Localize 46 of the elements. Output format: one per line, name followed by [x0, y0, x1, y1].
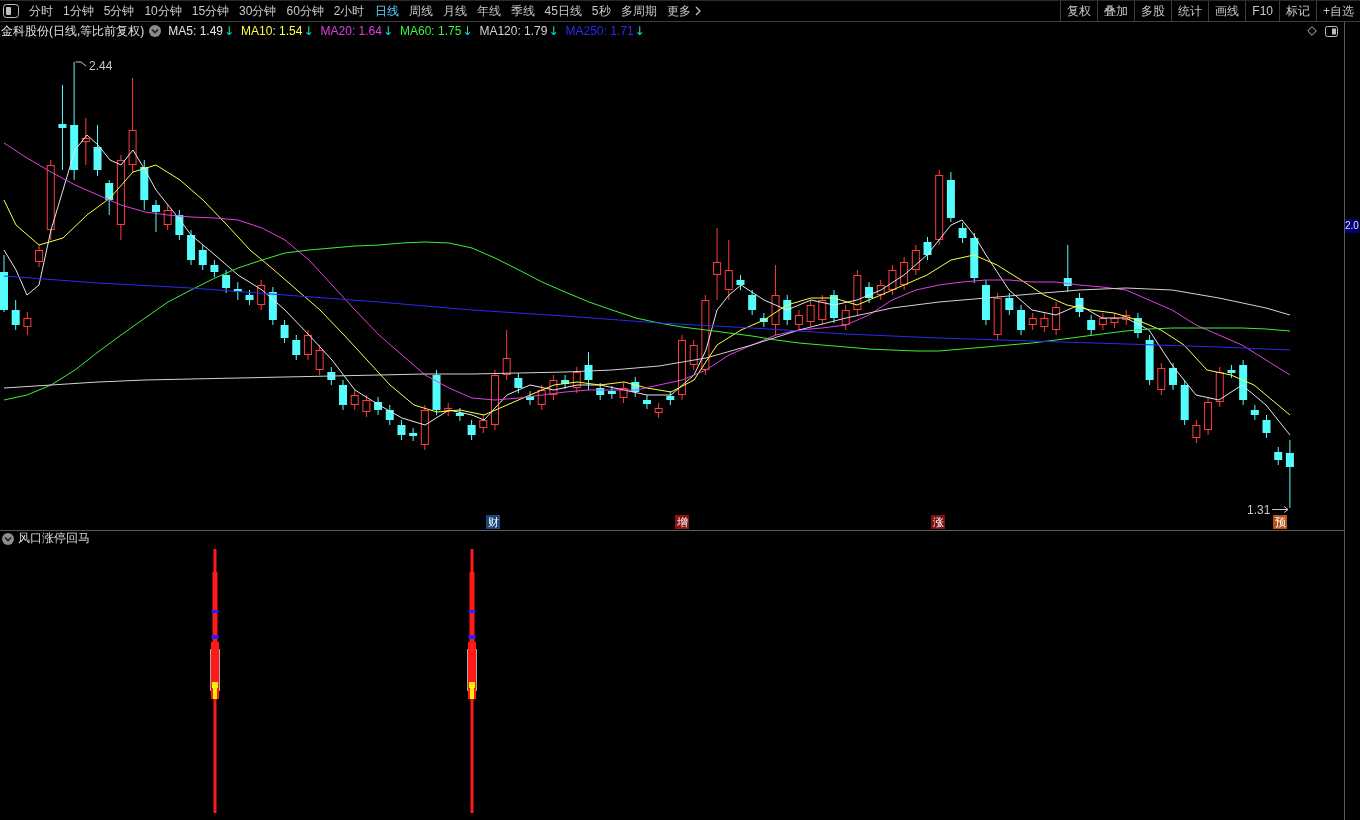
period-tab[interactable]: 45日线: [539, 1, 587, 21]
chevron-down-icon[interactable]: [149, 25, 162, 37]
trend-arrow-icon: ↓: [634, 24, 645, 38]
period-tab[interactable]: 15分钟: [186, 1, 235, 21]
indicator-title: 风口涨停回马: [18, 530, 90, 547]
trend-arrow-icon: ↓: [548, 24, 559, 38]
period-tab[interactable]: 月线: [437, 1, 472, 21]
trend-arrow-icon: ↓: [382, 24, 393, 38]
price-label: 1.31: [1247, 503, 1271, 517]
period-tab[interactable]: 2小时: [328, 1, 370, 21]
moving-average-value: MA120: 1.79: [479, 24, 548, 38]
period-tab[interactable]: 5秒: [586, 1, 616, 21]
leader-arrow: [1271, 506, 1289, 513]
period-tab[interactable]: 60分钟: [281, 1, 329, 21]
moving-average-value: MA20: 1.64: [320, 24, 382, 38]
chart-title: 金科股份(日线,等比前复权): [0, 22, 145, 40]
event-marker: 增: [675, 515, 689, 529]
trend-arrow-icon: ↓: [462, 24, 473, 38]
moving-average-value: MA10: 1.54: [241, 24, 303, 38]
period-tab[interactable]: 年线: [471, 1, 506, 21]
period-tab[interactable]: 多周期: [615, 1, 662, 21]
period-tab[interactable]: 10分钟: [139, 1, 187, 21]
period-tab[interactable]: 1分钟: [58, 1, 99, 21]
diamond-icon[interactable]: [1307, 26, 1317, 36]
trend-arrow-icon: ↓: [224, 24, 235, 38]
leader-line: [75, 61, 87, 67]
period-tab[interactable]: 5分钟: [98, 1, 140, 21]
period-tab[interactable]: 日线: [369, 1, 404, 21]
more-menu[interactable]: 更多: [661, 1, 706, 21]
period-tab[interactable]: 周线: [403, 1, 438, 21]
axis-price-label: 2.0: [1345, 219, 1359, 233]
moving-average-value: MA5: 1.49: [168, 24, 224, 38]
chevron-right-icon: [694, 6, 701, 16]
panel-toggle-icon[interactable]: [3, 4, 19, 18]
period-tab[interactable]: 季线: [505, 1, 540, 21]
event-marker: 预: [1273, 515, 1287, 529]
period-tab[interactable]: 分时: [24, 1, 58, 21]
moving-average-value: MA60: 1.75: [399, 24, 462, 38]
event-marker: 财: [486, 515, 500, 529]
event-marker: 涨: [931, 515, 945, 529]
chevron-down-icon[interactable]: [2, 532, 14, 545]
panel-toggle-icon[interactable]: [1325, 25, 1338, 37]
period-tab[interactable]: 30分钟: [234, 1, 282, 21]
trend-arrow-icon: ↓: [303, 24, 314, 38]
price-label: 2.44: [89, 59, 113, 73]
moving-average-value: MA250: 1.71: [565, 24, 634, 38]
